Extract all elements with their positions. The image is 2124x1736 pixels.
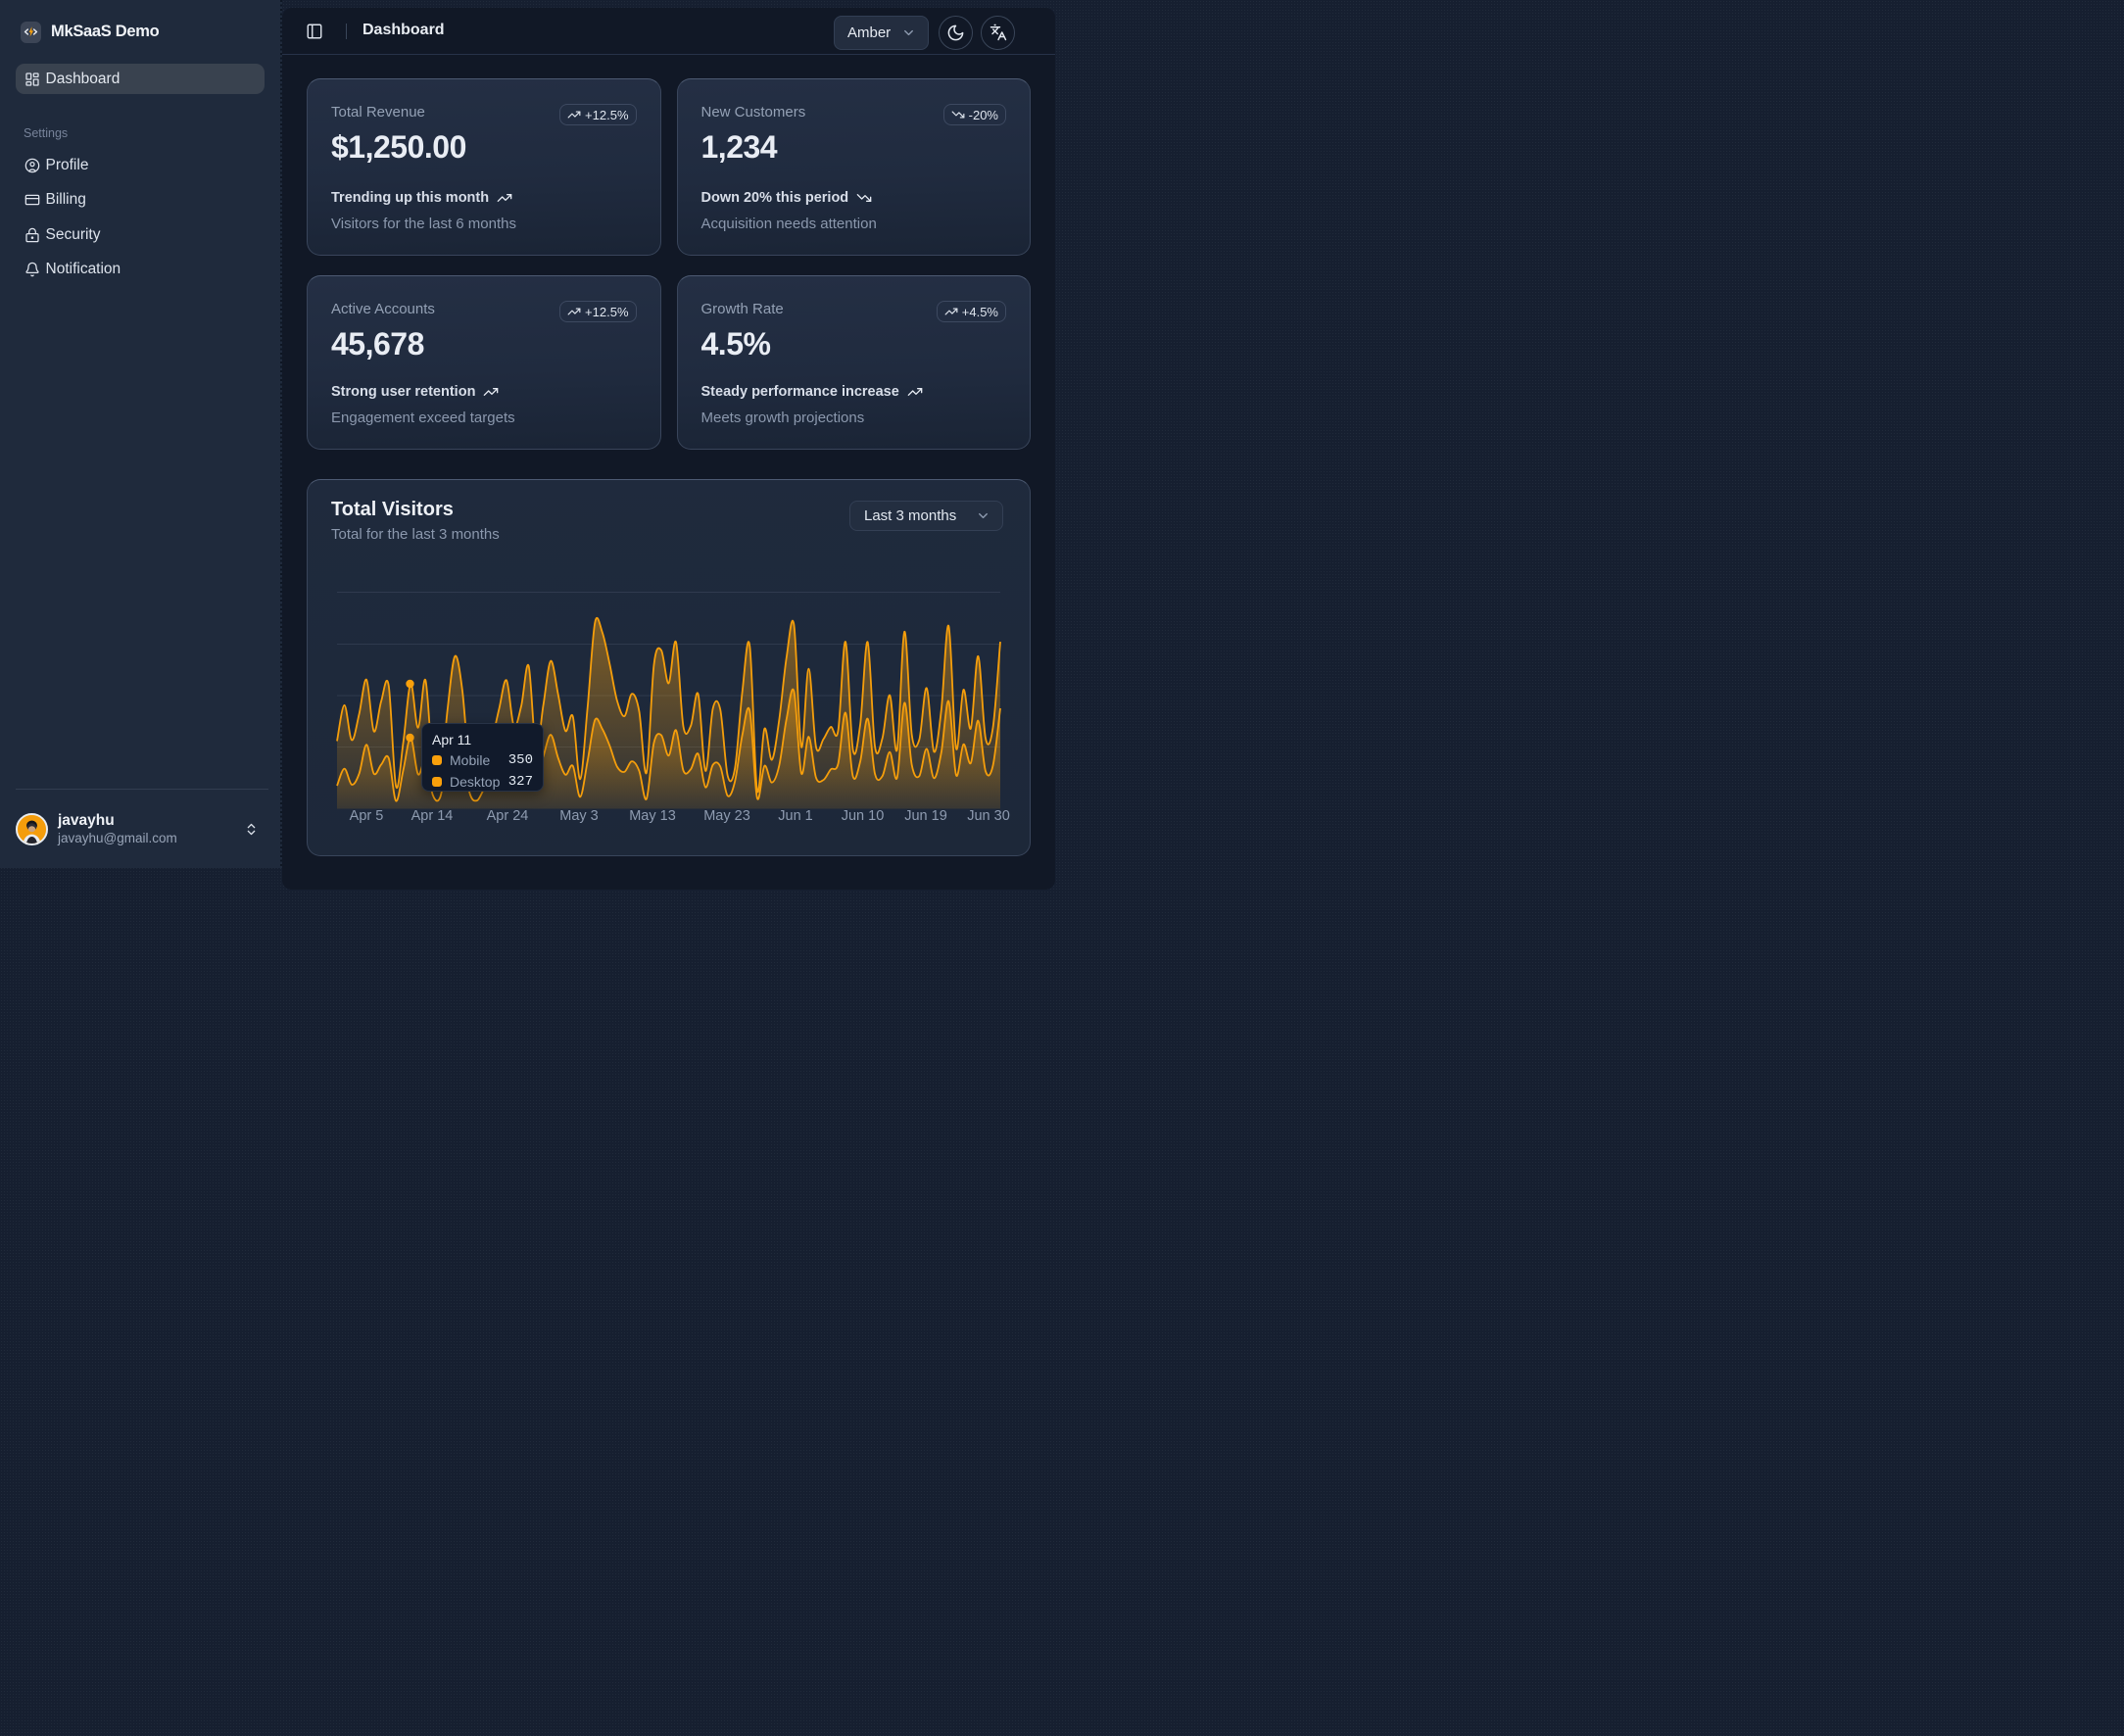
svg-text:Jun 19: Jun 19 — [904, 808, 947, 824]
svg-text:Jun 30: Jun 30 — [967, 808, 1010, 824]
svg-text:Apr 24: Apr 24 — [487, 808, 529, 824]
svg-text:Jun 10: Jun 10 — [842, 808, 885, 824]
svg-text:May 23: May 23 — [703, 808, 750, 824]
svg-text:May 13: May 13 — [629, 808, 676, 824]
svg-text:Apr 5: Apr 5 — [350, 808, 384, 824]
svg-text:Apr 14: Apr 14 — [411, 808, 454, 824]
svg-text:May 3: May 3 — [559, 808, 599, 824]
svg-text:Jun 1: Jun 1 — [778, 808, 812, 824]
